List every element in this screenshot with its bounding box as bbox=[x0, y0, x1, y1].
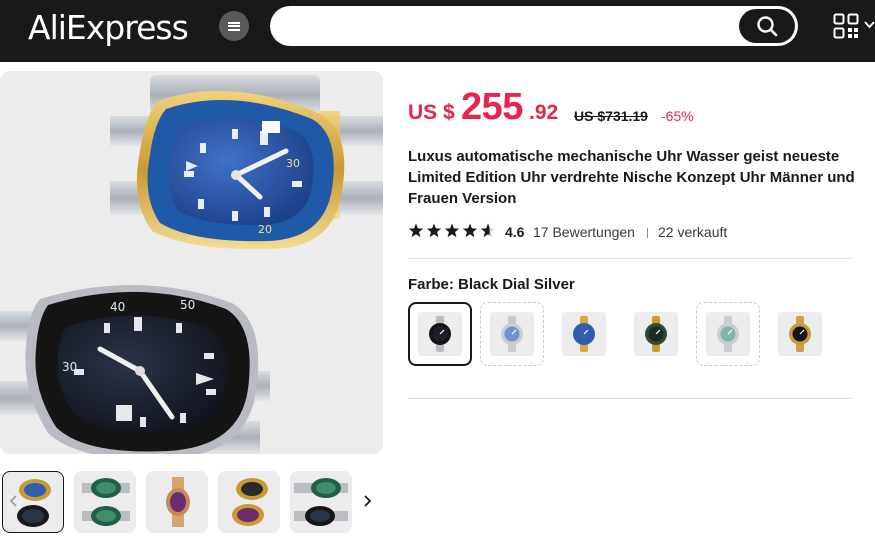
thumbnail-image bbox=[82, 478, 130, 526]
color-label: Farbe: Black Dial Silver bbox=[408, 276, 575, 293]
svg-text:20: 20 bbox=[258, 223, 272, 236]
chevron-down-icon[interactable] bbox=[864, 20, 875, 30]
chevron-left-icon bbox=[9, 495, 17, 507]
color-option-image bbox=[634, 312, 678, 356]
divider bbox=[408, 258, 852, 259]
color-option-image bbox=[778, 312, 822, 356]
search-input[interactable] bbox=[286, 6, 726, 46]
color-option-image bbox=[706, 312, 750, 356]
discount-badge: -65% bbox=[661, 108, 694, 124]
divider bbox=[647, 228, 648, 238]
thumbnail-4[interactable] bbox=[218, 471, 280, 533]
thumbnail-3[interactable] bbox=[146, 471, 208, 533]
svg-text:50: 50 bbox=[180, 298, 195, 312]
color-option-image bbox=[490, 312, 534, 356]
price-currency: US $ bbox=[408, 101, 455, 124]
watch-icon bbox=[645, 316, 667, 352]
aliexpress-logo[interactable]: AliExpress bbox=[28, 8, 189, 48]
main-product-image[interactable]: 30 20 40 50 30 bbox=[0, 71, 383, 454]
sold-count: 22 verkauft bbox=[658, 224, 728, 240]
watch-icon bbox=[501, 316, 523, 352]
watch-icon bbox=[429, 316, 451, 352]
watch-icon bbox=[789, 316, 811, 352]
qr-code-icon[interactable] bbox=[833, 13, 859, 39]
thumbnail-strip bbox=[0, 470, 383, 534]
original-price: US $731.19 bbox=[574, 108, 648, 124]
star-filled-icon bbox=[444, 223, 460, 238]
hamburger-icon bbox=[228, 21, 240, 31]
star-rating[interactable] bbox=[408, 222, 498, 240]
color-option-teal-dial-silver[interactable] bbox=[696, 302, 760, 366]
svg-text:30: 30 bbox=[286, 157, 300, 170]
category-menu-button[interactable] bbox=[219, 11, 249, 41]
thumbnail-image bbox=[166, 477, 190, 527]
color-option-image bbox=[418, 312, 462, 356]
top-header: AliExpress bbox=[0, 0, 875, 62]
divider bbox=[408, 398, 852, 399]
thumbnail-image bbox=[232, 478, 268, 526]
rating-row: 4.6 17 Bewertungen 22 verkauft bbox=[408, 221, 858, 243]
color-option-black-dial-rosegold[interactable] bbox=[768, 302, 832, 366]
star-filled-icon bbox=[462, 223, 478, 238]
thumbnail-next-button[interactable] bbox=[356, 490, 378, 512]
star-filled-icon bbox=[408, 223, 424, 238]
watch-icon bbox=[573, 316, 595, 352]
svg-text:30: 30 bbox=[62, 360, 77, 374]
star-filled-icon bbox=[426, 223, 442, 238]
search-box bbox=[270, 6, 798, 46]
color-option-black-dial-silver[interactable] bbox=[408, 302, 472, 366]
thumbnail-2[interactable] bbox=[74, 471, 136, 533]
rating-value: 4.6 bbox=[505, 224, 525, 240]
watch-product-photo: 30 20 40 50 30 bbox=[0, 75, 383, 454]
price-decimal: .92 bbox=[529, 101, 559, 124]
reviews-link[interactable]: 17 Bewertungen bbox=[533, 224, 635, 240]
svg-text:40: 40 bbox=[110, 300, 125, 314]
search-icon bbox=[757, 16, 778, 37]
search-button[interactable] bbox=[739, 9, 795, 43]
product-title: Luxus automatische mechanische Uhr Wasse… bbox=[408, 148, 855, 207]
thumbnail-image bbox=[294, 478, 348, 526]
color-option-black-dial-gold[interactable] bbox=[624, 302, 688, 366]
chevron-right-icon bbox=[364, 495, 372, 507]
price-integer: 255 bbox=[461, 86, 523, 128]
color-option-blue-dial-gold[interactable] bbox=[552, 302, 616, 366]
watch-icon bbox=[717, 316, 739, 352]
color-option-blue-dial-silver[interactable] bbox=[480, 302, 544, 366]
thumbnail-5[interactable] bbox=[290, 471, 352, 533]
thumbnail-prev-button[interactable] bbox=[4, 490, 24, 512]
color-option-image bbox=[562, 312, 606, 356]
